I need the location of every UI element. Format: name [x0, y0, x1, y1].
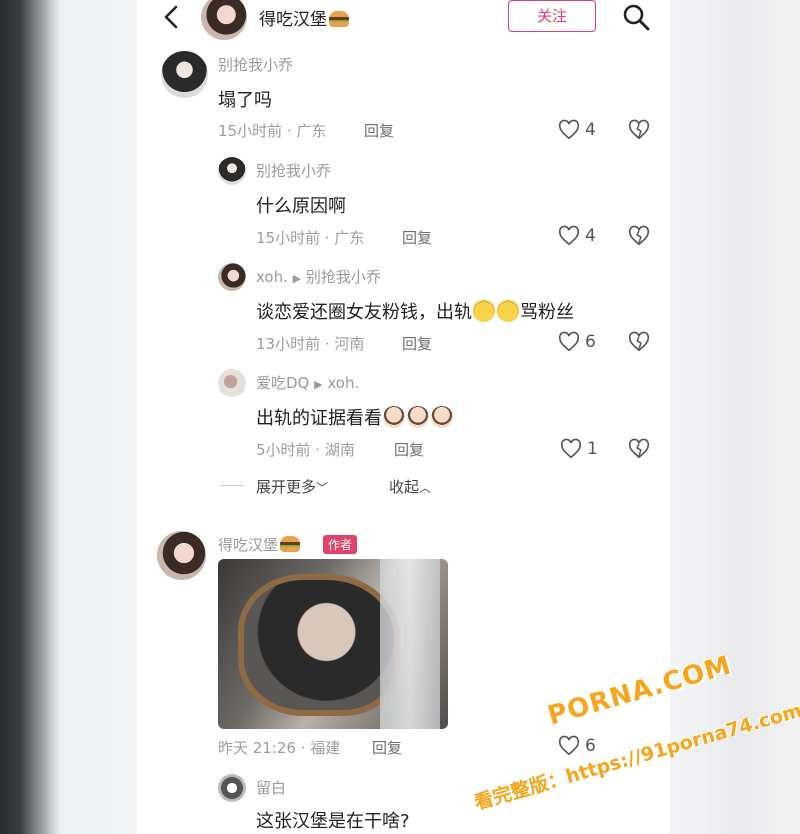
- header-avatar[interactable]: [201, 0, 247, 40]
- reply-button[interactable]: 回复: [402, 227, 432, 248]
- comment-meta: 5小时前 · 湖南: [256, 441, 355, 459]
- broken-heart-icon[interactable]: [628, 331, 650, 353]
- avatar[interactable]: [218, 157, 246, 185]
- comment-text: 出轨的证据看看: [256, 404, 454, 430]
- reply-button[interactable]: 回复: [402, 333, 432, 354]
- back-icon[interactable]: [159, 4, 185, 30]
- thread-divider: [220, 485, 244, 486]
- avatar[interactable]: [218, 369, 246, 397]
- avatar[interactable]: [161, 51, 208, 98]
- header-title[interactable]: 得吃汉堡: [259, 5, 349, 30]
- chevron-up-icon: ︿: [419, 481, 432, 495]
- broken-heart-icon[interactable]: [628, 438, 650, 460]
- reply-button[interactable]: 回复: [364, 120, 394, 141]
- comment-meta: 昨天 21:26 · 福建: [218, 739, 341, 757]
- comment-meta: 15小时前 · 广东: [218, 122, 327, 140]
- author-badge: 作者: [323, 535, 358, 554]
- avatar[interactable]: [218, 263, 246, 291]
- avatar[interactable]: [157, 531, 206, 580]
- comment-username[interactable]: 得吃汉堡: [218, 534, 301, 555]
- comment-username[interactable]: 别抢我小乔: [218, 54, 293, 75]
- like-count: 4: [585, 226, 596, 246]
- heart-icon[interactable]: [558, 119, 580, 141]
- like-count: 4: [585, 120, 596, 140]
- peeking-face-emoji: [383, 406, 405, 428]
- broken-heart-icon[interactable]: [628, 225, 650, 247]
- chevron-down-icon: ﹀: [316, 481, 329, 495]
- avatar[interactable]: [218, 774, 246, 802]
- comment-text: 这张汉堡是在干啥?: [256, 811, 410, 832]
- peeking-face-emoji: [407, 406, 429, 428]
- broken-heart-icon[interactable]: [628, 119, 650, 141]
- heart-icon[interactable]: [558, 225, 580, 247]
- burger-emoji: [329, 11, 349, 27]
- reply-arrow-icon: ▶: [292, 272, 302, 285]
- reply-button[interactable]: 回复: [372, 737, 402, 758]
- collapse-button[interactable]: 收起︿: [389, 476, 431, 497]
- comment-text: 谈恋爱还圈女友粉钱，出轨 骂粉丝: [256, 300, 574, 323]
- comment-text: 什么原因啊: [256, 196, 346, 217]
- photo-mirror: [238, 574, 400, 716]
- comment-username[interactable]: xoh. ▶ 别抢我小乔: [256, 266, 381, 287]
- comment-meta: 15小时前 · 广东: [256, 229, 365, 247]
- expand-more-button[interactable]: 展开更多﹀: [256, 476, 328, 497]
- like-count: 6: [585, 332, 596, 352]
- reply-button[interactable]: 回复: [394, 439, 424, 460]
- comment-meta: 13小时前 · 河南: [256, 335, 365, 353]
- reply-arrow-icon: ▶: [314, 378, 323, 391]
- comment-photo[interactable]: [218, 559, 448, 729]
- photo-bottle: [380, 559, 440, 729]
- comment-username[interactable]: 留白: [256, 777, 286, 798]
- crying-emoji: [497, 300, 519, 322]
- follow-button[interactable]: 关注: [508, 0, 596, 32]
- search-icon[interactable]: [621, 2, 651, 32]
- heart-icon[interactable]: [560, 438, 582, 460]
- burger-emoji: [280, 536, 301, 552]
- comment-username[interactable]: 爱吃DQ ▶ xoh.: [256, 372, 359, 393]
- comment-text: 塌了吗: [218, 90, 272, 111]
- peeking-face-emoji: [431, 406, 453, 428]
- top-bar: 得吃汉堡 关注: [137, 0, 670, 42]
- comment-username[interactable]: 别抢我小乔: [256, 160, 331, 181]
- heart-icon[interactable]: [558, 331, 580, 353]
- crying-emoji: [473, 300, 495, 322]
- like-count: 1: [587, 439, 598, 459]
- heart-icon[interactable]: [558, 735, 580, 757]
